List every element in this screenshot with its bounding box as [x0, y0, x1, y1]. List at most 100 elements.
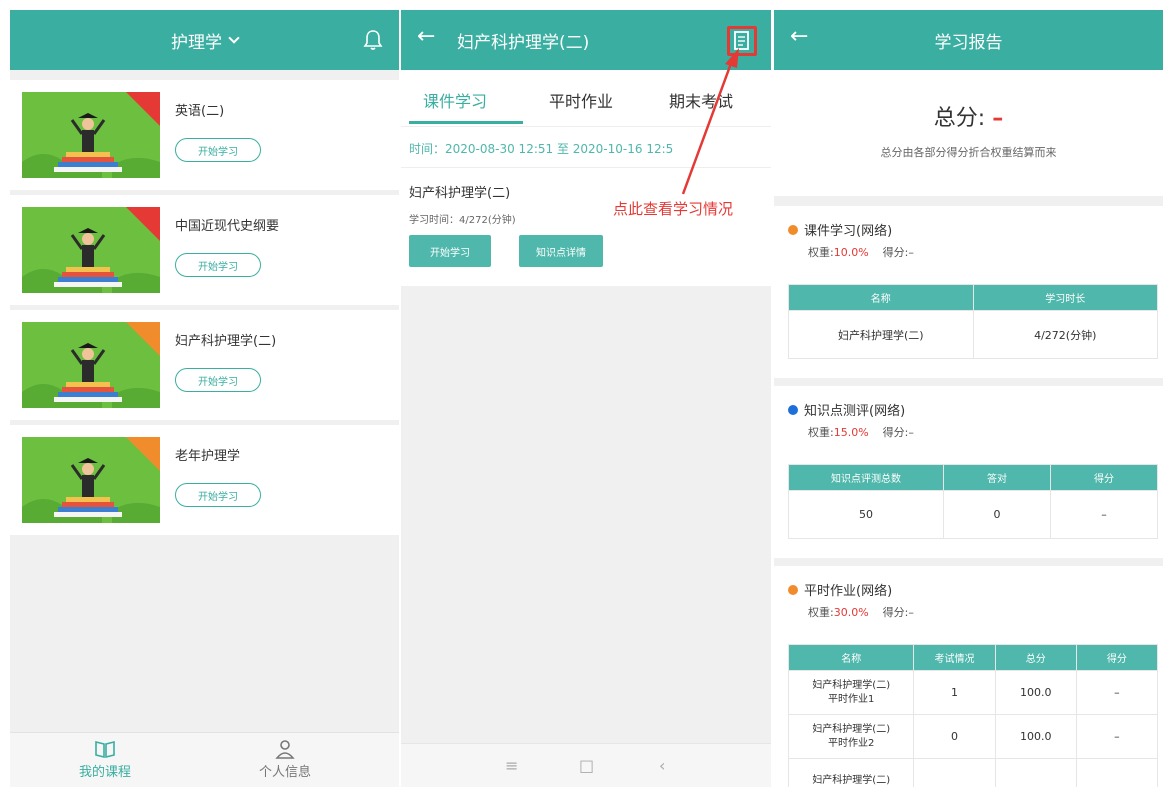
section-score: 得分:– — [882, 606, 914, 619]
course-name: 妇产科护理学(二) — [175, 334, 277, 349]
table-cell — [994, 758, 1077, 787]
table-cell: 妇产科护理学(二) — [787, 758, 915, 787]
course-thumbnail — [22, 92, 160, 178]
start-study-button[interactable]: 开始学习 — [175, 483, 261, 507]
section-dot-icon — [788, 224, 798, 235]
section-title: 知识点测评(网络) — [788, 400, 905, 419]
table-header-row: 名称 考试情况 总分 得分 — [787, 644, 1159, 671]
section-score: 得分:– — [882, 246, 914, 259]
back-icon[interactable]: ‹ — [659, 756, 665, 775]
total-score-card: 总分: – 总分由各部分得分折合权重结算而来 — [774, 70, 1163, 196]
table-cell: 妇产科护理学(二) 平时作业2 — [787, 714, 915, 759]
course-name: 老年护理学 — [175, 449, 241, 464]
courseware-title: 妇产科护理学(二) — [409, 186, 511, 201]
menu-icon[interactable]: ≡ — [505, 756, 518, 775]
chevron-down-icon — [228, 32, 240, 44]
section-dot-icon — [788, 404, 798, 415]
section-table: 知识点评测总数 答对 得分 50 0– — [788, 464, 1159, 539]
table-header-cell: 名称 — [788, 284, 974, 311]
table-row: 妇产科护理学(二) 4/272(分钟) — [788, 310, 1158, 359]
table-header-row: 名称 学习时长 — [788, 284, 1158, 311]
course-detail-title: 妇产科护理学(二) — [457, 32, 590, 53]
section-title: 课件学习(网络) — [788, 220, 892, 239]
bell-icon[interactable] — [363, 29, 383, 51]
course-thumbnail-image — [22, 92, 160, 178]
bottom-nav: 我的课程 个人信息 — [10, 732, 399, 787]
course-card[interactable]: 中国近现代史纲要 开始学习 — [10, 195, 399, 305]
start-study-button[interactable]: 开始学习 — [175, 368, 261, 392]
major-selector[interactable]: 护理学 — [171, 28, 240, 53]
table-header-cell: 总分 — [994, 644, 1077, 671]
table-row: 妇产科护理学(二) — [787, 758, 1159, 787]
book-icon — [95, 740, 115, 759]
weight-label: 权重: — [808, 606, 834, 619]
course-detail-screen: ← 妇产科护理学(二) 课件学习 平时作业 期末考试 时间：2020-08-30… — [401, 10, 771, 787]
nav-personal-info[interactable]: 个人信息 — [240, 739, 330, 780]
table-cell: – — [1075, 670, 1159, 715]
table-cell: – — [1075, 714, 1159, 759]
course-thumbnail-image — [22, 207, 160, 293]
table-header-cell: 考试情况 — [913, 644, 996, 671]
section-score: 得分:– — [882, 426, 914, 439]
course-thumbnail — [22, 437, 160, 523]
back-arrow-icon[interactable]: ← — [417, 24, 435, 49]
course-name: 英语(二) — [175, 104, 225, 119]
total-score-value: – — [992, 106, 1004, 131]
table-cell: 妇产科护理学(二) — [788, 310, 974, 359]
weight-value: 15.0% — [833, 426, 869, 439]
table-header-cell: 答对 — [942, 464, 1051, 491]
weight-value: 10.0% — [833, 246, 869, 259]
total-score-description: 总分由各部分得分折合权重结算而来 — [880, 146, 1057, 159]
weight-value: 30.0% — [833, 606, 869, 619]
course-card[interactable]: 英语(二) 开始学习 — [10, 80, 399, 190]
system-nav-bar: ≡ □ ‹ — [401, 743, 771, 787]
table-cell: – — [1049, 490, 1159, 539]
tab-active-indicator — [409, 121, 523, 124]
person-icon — [275, 740, 295, 759]
table-cell: 100.0 — [994, 670, 1077, 715]
tab-homework[interactable]: 平时作业 — [549, 88, 613, 112]
section-weight: 权重:15.0% 得分:– — [808, 424, 914, 440]
knowledge-detail-button[interactable]: 知识点详情 — [519, 235, 603, 267]
table-cell: 1 — [913, 670, 996, 715]
section-weight: 权重:30.0% 得分:– — [808, 604, 914, 620]
table-header-cell: 知识点评测总数 — [788, 464, 944, 491]
course-thumbnail — [22, 322, 160, 408]
course-card[interactable]: 老年护理学 开始学习 — [10, 425, 399, 535]
section-dot-icon — [788, 584, 798, 595]
start-study-button[interactable]: 开始学习 — [175, 138, 261, 162]
section-title-text: 平时作业(网络) — [804, 584, 893, 599]
table-header-row: 知识点评测总数 答对 得分 — [788, 464, 1159, 491]
major-title: 护理学 — [171, 32, 222, 53]
table-cell: 100.0 — [994, 714, 1077, 759]
section-table: 名称 考试情况 总分 得分 妇产科护理学(二) 平时作业1 1 100.0– 妇产科护理学(二… — [787, 644, 1159, 787]
annotation-arrow — [681, 48, 739, 195]
course-thumbnail-image — [22, 437, 160, 523]
home-icon[interactable]: □ — [579, 756, 594, 775]
course-card[interactable]: 妇产科护理学(二) 开始学习 — [10, 310, 399, 420]
report-section: 课件学习(网络) 权重:10.0% 得分:– 名称 学习时长 妇产科护理学(二) 4/272… — [774, 206, 1163, 378]
table-cell: 0 — [913, 714, 996, 759]
table-row: 妇产科护理学(二) 平时作业2 0 100.0– — [787, 714, 1159, 759]
section-title: 平时作业(网络) — [788, 580, 892, 599]
study-report-screen: ← 学习报告 总分: – 总分由各部分得分折合权重结算而来 课件学习(网络) 权重… — [774, 10, 1163, 787]
weight-label: 权重: — [808, 246, 834, 259]
report-section: 知识点测评(网络) 权重:15.0% 得分:– 知识点评测总数 答对 得分 50 0– — [774, 386, 1163, 558]
start-study-button[interactable]: 开始学习 — [409, 235, 491, 267]
weight-label: 权重: — [808, 426, 834, 439]
table-cell: 妇产科护理学(二) 平时作业1 — [787, 670, 915, 715]
course-list-screen: 护理学 英语(二) 开始学习 中国近现代史纲要 开始学习 妇产科护理学(二) 开… — [10, 10, 399, 787]
annotation-text: 点此查看学习情况 — [613, 200, 734, 218]
nav-label-personal-info: 个人信息 — [258, 765, 311, 780]
table-cell — [1075, 758, 1159, 787]
tab-courseware[interactable]: 课件学习 — [423, 88, 487, 112]
nav-my-courses[interactable]: 我的课程 — [60, 739, 150, 780]
back-arrow-icon[interactable]: ← — [790, 24, 808, 49]
section-weight: 权重:10.0% 得分:– — [808, 244, 914, 260]
table-cell: 4/272(分钟) — [972, 310, 1158, 359]
table-row: 50 0– — [788, 490, 1159, 539]
table-cell: 50 — [788, 490, 944, 539]
report-section: 平时作业(网络) 权重:30.0% 得分:– 名称 考试情况 总分 得分 妇产科护理学(二) … — [774, 566, 1163, 787]
section-title-text: 知识点测评(网络) — [804, 404, 906, 419]
start-study-button[interactable]: 开始学习 — [175, 253, 261, 277]
